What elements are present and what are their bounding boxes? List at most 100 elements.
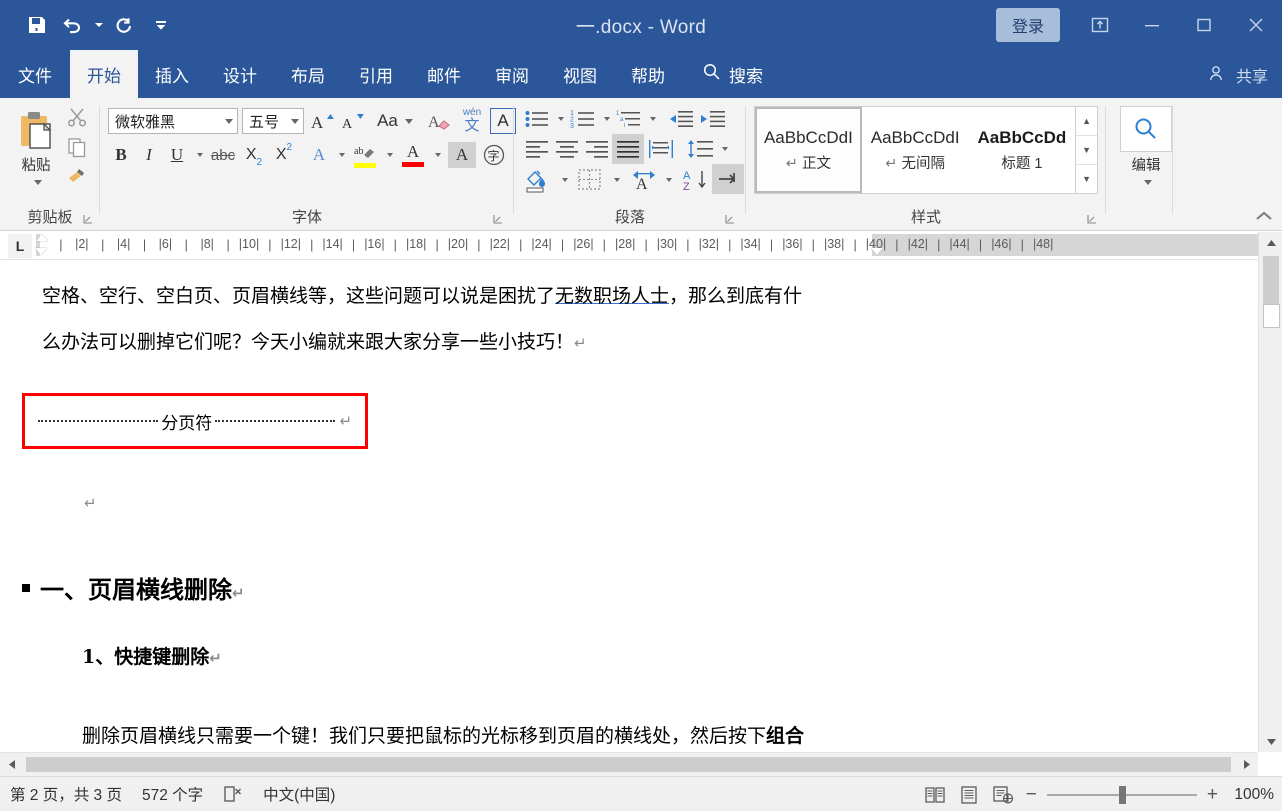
scroll-down-arrow-icon[interactable] (1259, 730, 1282, 752)
font-name-combo[interactable]: 微软雅黑 (108, 108, 238, 134)
multilevel-list-button[interactable]: 1 a i (614, 106, 644, 132)
proofing-errors-icon[interactable] (213, 785, 253, 803)
zoom-thumb[interactable] (1119, 786, 1126, 804)
change-case-button[interactable]: Aa (372, 108, 418, 134)
document-area[interactable]: 空格、空行、空白页、页眉横线等，这些问题可以说是困扰了无数职场人士，那么到底有什… (0, 260, 1258, 752)
phonetic-guide-button[interactable]: wén 文 (456, 106, 488, 136)
character-shading-button[interactable]: A (448, 142, 476, 168)
bullets-dropdown-icon[interactable] (552, 106, 566, 132)
zoom-in-button[interactable]: + (1207, 785, 1218, 804)
scroll-down-icon[interactable]: ▼ (1076, 136, 1097, 165)
shading-dropdown-icon[interactable] (556, 166, 570, 194)
zoom-out-button[interactable]: − (1026, 785, 1037, 804)
read-mode-icon[interactable] (924, 785, 946, 805)
clipboard-dialog-launcher[interactable] (82, 212, 96, 226)
tab-design[interactable]: 设计 (206, 50, 274, 98)
customize-quick-access-icon[interactable] (144, 8, 178, 42)
tab-home[interactable]: 开始 (70, 50, 138, 98)
font-color-button[interactable]: A (398, 140, 428, 170)
text-effects-dropdown-icon[interactable] (332, 142, 348, 168)
undo-icon[interactable] (56, 8, 90, 42)
underline-dropdown-icon[interactable] (190, 142, 206, 168)
borders-button[interactable] (574, 166, 606, 194)
zoom-track[interactable] (1047, 794, 1197, 796)
asian-layout-button[interactable]: A (628, 166, 660, 194)
bold-button[interactable]: B (108, 142, 134, 168)
align-right-button[interactable] (582, 136, 612, 162)
web-layout-icon[interactable] (992, 785, 1014, 805)
strikethrough-button[interactable]: abc (208, 142, 238, 168)
tab-view[interactable]: 视图 (546, 50, 614, 98)
format-painter-button[interactable] (64, 162, 90, 188)
tab-review[interactable]: 审阅 (478, 50, 546, 98)
shading-button[interactable] (522, 166, 554, 194)
italic-button[interactable]: I (136, 142, 162, 168)
horizontal-ruler[interactable]: |2|||4|||6|||8|||10|||12|||14|||16|||18|… (36, 234, 1258, 258)
increase-indent-button[interactable] (698, 106, 728, 132)
status-language[interactable]: 中文(中国) (253, 783, 345, 805)
line-spacing-dropdown-icon[interactable] (716, 136, 730, 162)
distributed-align-button[interactable] (646, 136, 676, 162)
text-highlight-button[interactable]: ab (350, 140, 380, 170)
font-color-dropdown-icon[interactable] (428, 142, 444, 168)
scroll-left-arrow-icon[interactable] (0, 753, 24, 776)
decrease-indent-button[interactable] (666, 106, 696, 132)
status-word-count[interactable]: 572 个字 (132, 783, 213, 805)
align-center-button[interactable] (552, 136, 582, 162)
highlight-dropdown-icon[interactable] (380, 142, 396, 168)
borders-dropdown-icon[interactable] (608, 166, 622, 194)
save-icon[interactable] (20, 8, 54, 42)
line-spacing-button[interactable] (684, 136, 716, 162)
redo-icon[interactable] (108, 8, 142, 42)
numbering-button[interactable]: 1 2 3 (568, 106, 598, 132)
style-item-heading1[interactable]: AaBbCcDd 标题 1 (969, 107, 1076, 193)
collapse-ribbon-icon[interactable] (1254, 209, 1274, 228)
tab-file[interactable]: 文件 (0, 50, 70, 98)
status-page-info[interactable]: 第 2 页，共 3 页 (0, 783, 132, 805)
zoom-slider[interactable]: − + (1026, 785, 1218, 804)
paste-button[interactable]: 粘贴 (10, 104, 62, 178)
undo-dropdown-icon[interactable] (92, 8, 106, 42)
grow-font-button[interactable]: A (308, 108, 336, 134)
minimize-icon[interactable] (1126, 0, 1178, 50)
vertical-scrollbar[interactable] (1258, 232, 1282, 752)
bullets-button[interactable] (522, 106, 552, 132)
justify-button[interactable] (612, 134, 644, 164)
share-button[interactable]: 共享 (1209, 63, 1268, 87)
close-icon[interactable] (1230, 0, 1282, 50)
ribbon-display-options-icon[interactable] (1074, 0, 1126, 50)
editing-find-button[interactable] (1120, 106, 1172, 152)
right-indent-marker[interactable] (871, 248, 883, 255)
subscript-button[interactable]: X2 (240, 142, 268, 168)
paragraph-dialog-launcher[interactable] (724, 212, 738, 226)
horizontal-scrollbar[interactable] (0, 752, 1258, 776)
style-item-no-spacing[interactable]: AaBbCcDdI ↵ 无间隔 (862, 107, 969, 193)
style-item-normal[interactable]: AaBbCcDdI ↵ 正文 (755, 107, 862, 193)
sign-in-button[interactable]: 登录 (996, 8, 1060, 42)
search-box[interactable]: 搜索 (682, 50, 777, 98)
scroll-up-icon[interactable]: ▲ (1076, 107, 1097, 136)
multilevel-dropdown-icon[interactable] (644, 106, 658, 132)
numbering-dropdown-icon[interactable] (598, 106, 612, 132)
asian-layout-dropdown-icon[interactable] (660, 166, 674, 194)
underline-button[interactable]: U (164, 142, 190, 168)
cut-button[interactable] (64, 104, 90, 130)
scroll-up-arrow-icon[interactable] (1259, 232, 1282, 254)
maximize-icon[interactable] (1178, 0, 1230, 50)
tab-insert[interactable]: 插入 (138, 50, 206, 98)
tab-help[interactable]: 帮助 (614, 50, 682, 98)
horizontal-scroll-thumb[interactable] (26, 757, 1231, 772)
tab-stop-selector[interactable]: L (8, 234, 32, 258)
font-size-combo[interactable]: 五号 (242, 108, 304, 134)
copy-button[interactable] (64, 134, 90, 160)
styles-dialog-launcher[interactable] (1086, 212, 1100, 226)
print-layout-icon[interactable] (958, 785, 980, 805)
hyperlink-text[interactable]: 无数职场人士 (555, 285, 669, 307)
zoom-level[interactable]: 100% (1230, 786, 1274, 804)
tab-layout[interactable]: 布局 (274, 50, 342, 98)
clear-formatting-button[interactable]: A (426, 108, 456, 134)
hanging-indent-marker[interactable] (35, 248, 47, 255)
tab-references[interactable]: 引用 (342, 50, 410, 98)
text-effects-button[interactable]: A (306, 142, 332, 168)
tab-mailings[interactable]: 邮件 (410, 50, 478, 98)
